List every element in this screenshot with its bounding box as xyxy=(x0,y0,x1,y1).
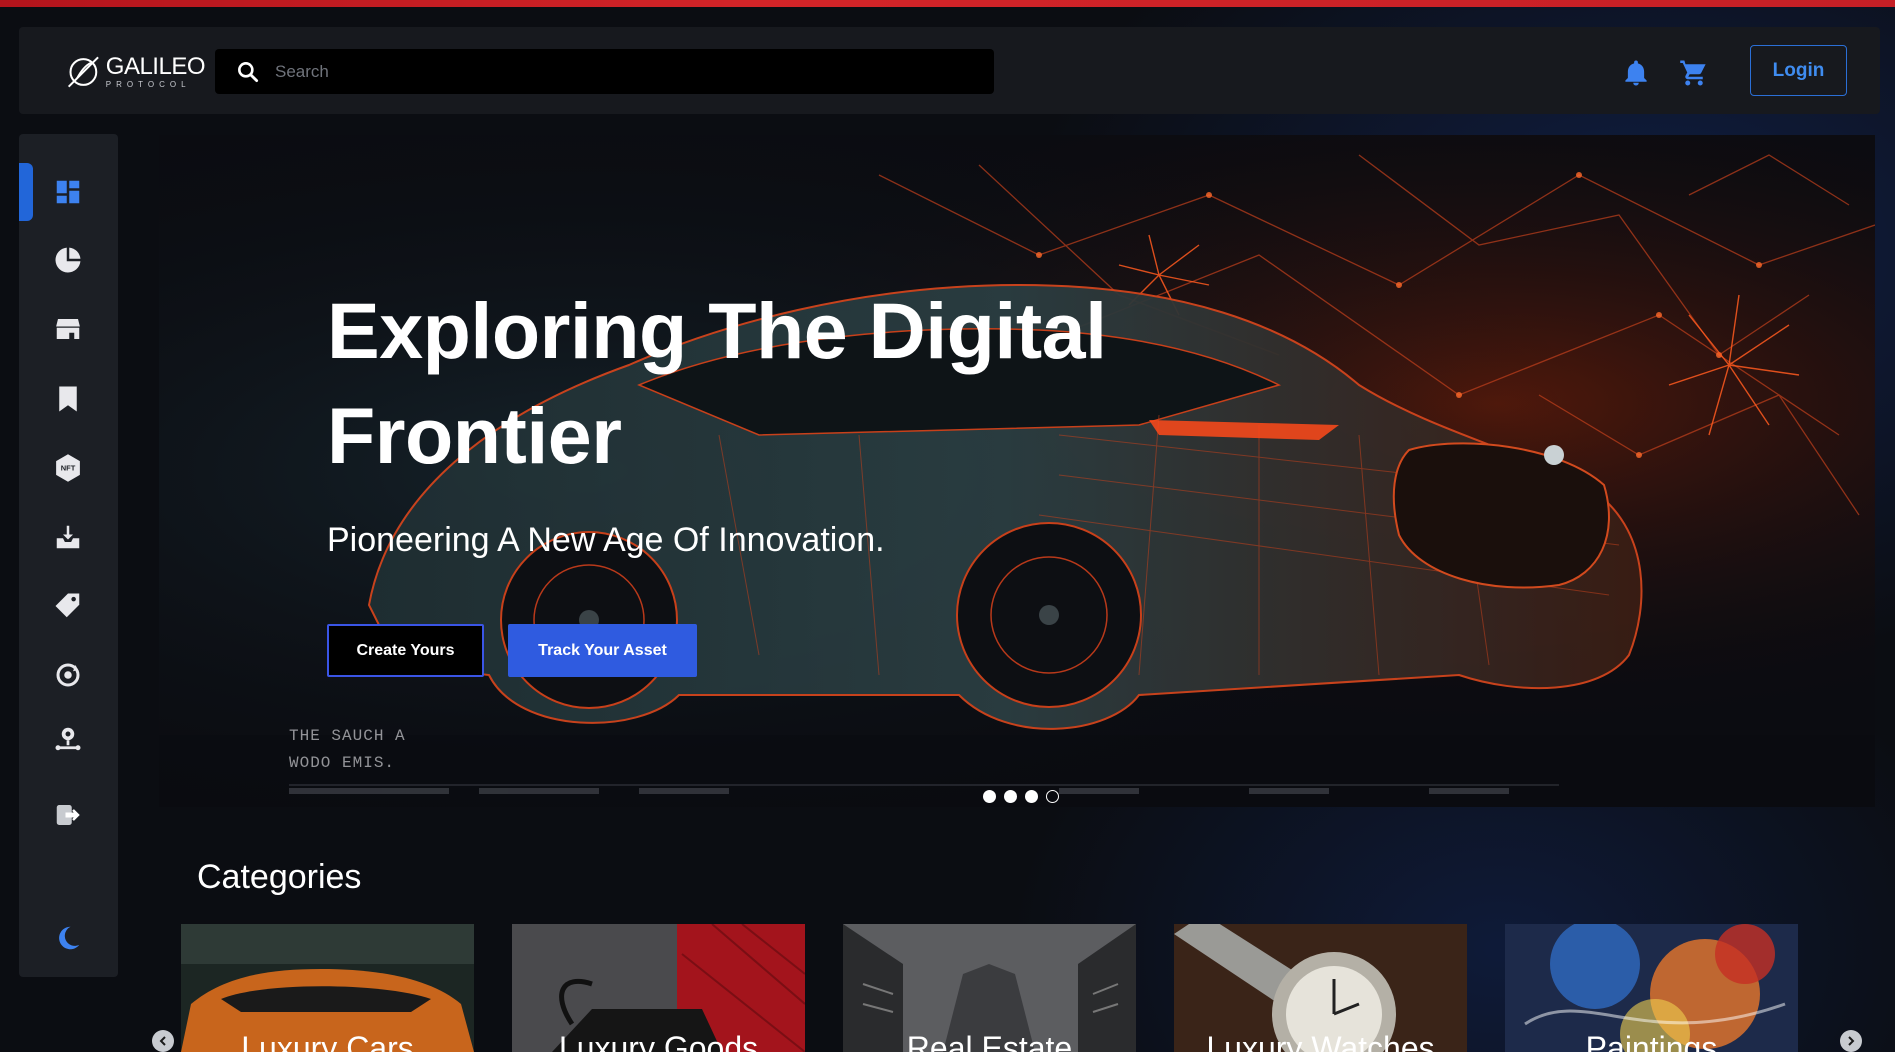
search-icon[interactable] xyxy=(235,59,261,85)
hero-banner: Exploring The Digital Frontier Pioneerin… xyxy=(159,135,1875,807)
pie-chart-icon[interactable] xyxy=(53,245,83,275)
logo-wordmark: GALILEO PROTOCOL xyxy=(105,53,206,89)
dashboard-icon[interactable] xyxy=(53,177,83,207)
top-accent-line xyxy=(0,0,1895,7)
logout-icon[interactable] xyxy=(53,800,83,830)
hero-caption-line: THE SAUCH A xyxy=(289,727,406,745)
chevron-right-icon xyxy=(1848,1036,1855,1046)
bookmark-icon[interactable] xyxy=(53,384,83,414)
login-button[interactable]: Login xyxy=(1750,45,1847,96)
top-header: GALILEO PROTOCOL Login xyxy=(19,27,1880,114)
moon-icon[interactable] xyxy=(53,923,83,953)
hero-title: Exploring The Digital Frontier xyxy=(327,286,1107,480)
search-input[interactable] xyxy=(261,49,994,94)
carousel-dot[interactable] xyxy=(1004,790,1017,803)
carousel-dots xyxy=(983,790,1059,803)
galileo-logo-icon xyxy=(67,56,99,88)
hero-caption-line: WODO EMIS. xyxy=(289,754,396,772)
categories-next-button[interactable] xyxy=(1840,1030,1862,1052)
categories-title: Categories xyxy=(197,858,362,896)
chevron-left-icon xyxy=(159,1036,166,1046)
track-your-asset-button[interactable]: Track Your Asset xyxy=(508,624,697,677)
tag-icon[interactable] xyxy=(53,591,83,621)
refresh-cycle-icon[interactable] xyxy=(53,660,83,690)
create-yours-button[interactable]: Create Yours xyxy=(327,624,484,677)
carousel-dot[interactable] xyxy=(1025,790,1038,803)
category-card-luxury-goods[interactable]: Luxury Goods xyxy=(512,924,805,1052)
category-card-real-estate[interactable]: Real Estate xyxy=(843,924,1136,1052)
category-label: Luxury Cars xyxy=(241,1030,414,1052)
hero-image-caption: THE SAUCH A WODO EMIS. xyxy=(289,723,406,777)
category-card-luxury-watches[interactable]: Luxury Watches xyxy=(1174,924,1467,1052)
search-bar xyxy=(215,49,994,94)
location-network-icon[interactable] xyxy=(53,724,83,754)
categories-prev-button[interactable] xyxy=(152,1030,174,1052)
category-label: Real Estate xyxy=(906,1030,1073,1052)
category-label: Paintings xyxy=(1585,1030,1718,1052)
svg-text:NFT: NFT xyxy=(61,464,76,473)
category-card-paintings[interactable]: Paintings xyxy=(1505,924,1798,1052)
bell-icon[interactable] xyxy=(1621,58,1651,88)
cart-icon[interactable] xyxy=(1679,58,1709,88)
carousel-dot-active[interactable] xyxy=(1046,790,1059,803)
logo-tagline: PROTOCOL xyxy=(105,80,191,89)
storefront-icon[interactable] xyxy=(53,314,83,344)
logo-name: GALILEO xyxy=(105,53,206,80)
nft-icon[interactable]: NFT xyxy=(53,453,83,483)
category-label: Luxury Goods xyxy=(558,1030,759,1052)
galileo-logo[interactable]: GALILEO PROTOCOL xyxy=(65,49,206,95)
carousel-dot[interactable] xyxy=(983,790,996,803)
category-label: Luxury Watches xyxy=(1206,1030,1435,1052)
hero-subtitle: Pioneering A New Age Of Innovation. xyxy=(327,521,885,559)
category-card-luxury-cars[interactable]: Luxury Cars xyxy=(181,924,474,1052)
inbox-download-icon[interactable] xyxy=(53,522,83,552)
sidebar-active-indicator xyxy=(19,163,33,221)
sidebar: NFT xyxy=(19,134,118,977)
